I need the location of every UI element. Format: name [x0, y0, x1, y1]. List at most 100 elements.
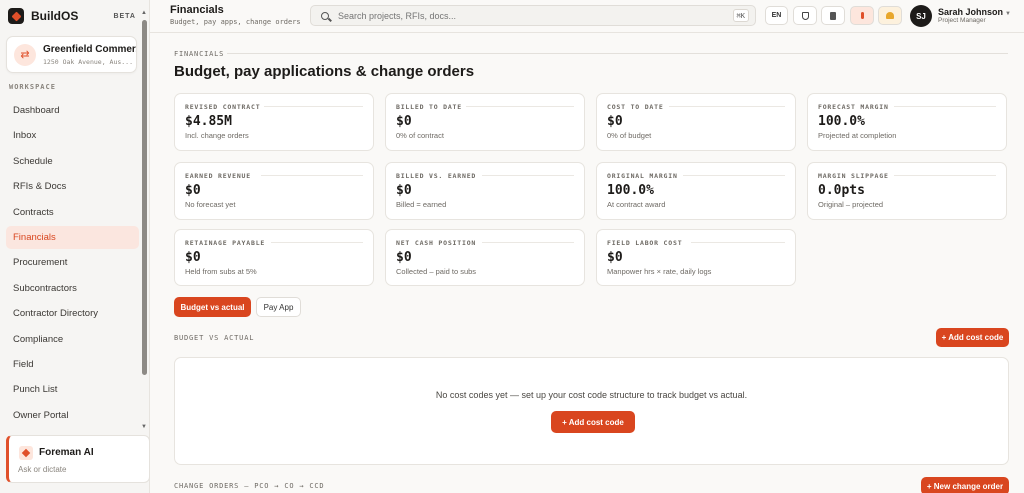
- add-cost-code-button[interactable]: + Add cost code: [936, 328, 1009, 347]
- kpi-subtext: At contract award: [607, 200, 666, 209]
- project-name: Greenfield Commer...: [43, 43, 136, 55]
- kpi-label: REVISED CONTRACT: [185, 103, 261, 111]
- sidebar-item-dashboard[interactable]: Dashboard: [6, 99, 139, 122]
- kpi-subtext: Collected – paid to subs: [396, 267, 477, 276]
- kpi-card-billed-vs-earned: BILLED VS. EARNED $0 Billed = earned: [385, 162, 585, 220]
- kpi-subtext: Billed = earned: [396, 200, 447, 209]
- sidebar-item-contracts[interactable]: Contracts: [6, 201, 139, 224]
- empty-add-cost-code-button[interactable]: + Add cost code: [551, 411, 635, 433]
- project-switcher[interactable]: ⇄ Greenfield Commer... 1250 Oak Avenue, …: [6, 36, 137, 73]
- sidebar-item-schedule[interactable]: Schedule: [6, 150, 139, 173]
- kpi-label: NET CASH POSITION: [396, 239, 477, 247]
- user-name[interactable]: Sarah Johnson: [938, 7, 1003, 17]
- switch-icon: ⇄: [14, 43, 36, 66]
- search-icon: [321, 11, 329, 20]
- scroll-thumb[interactable]: [142, 20, 147, 375]
- kpi-card-earned-revenue: EARNED REVENUE $0 No forecast yet: [174, 162, 374, 220]
- change-orders-label: CHANGE ORDERS — PCO → CO → CCD: [174, 482, 325, 490]
- budget-vs-actual-label: BUDGET VS ACTUAL: [174, 334, 255, 342]
- kpi-value: 0.0pts: [818, 183, 865, 198]
- foreman-ai-icon: [19, 446, 33, 460]
- avatar[interactable]: SJ: [910, 5, 932, 27]
- chevron-down-icon[interactable]: ▼: [1005, 11, 1011, 17]
- user-role: Project Manager: [938, 17, 986, 24]
- kpi-value: $0: [396, 183, 412, 198]
- beta-badge: BETA: [113, 12, 136, 20]
- kpi-value: $0: [185, 250, 201, 265]
- buildos-logo-icon: [8, 8, 24, 24]
- divider: [669, 106, 785, 107]
- shield-button[interactable]: [793, 6, 817, 25]
- kpi-value: $0: [396, 250, 412, 265]
- sidebar: BuildOS BETA ⇄ Greenfield Commer... 1250…: [0, 0, 150, 493]
- divider: [482, 242, 574, 243]
- sidebar-item-financials[interactable]: Financials: [6, 225, 139, 249]
- kpi-value: $0: [185, 183, 201, 198]
- project-address: 1250 Oak Avenue, Aus...: [43, 57, 134, 66]
- alert-button[interactable]: [850, 6, 874, 25]
- divider: [683, 175, 785, 176]
- sidebar-item-contractor-directory[interactable]: Contractor Directory: [6, 302, 139, 325]
- kpi-label: BILLED TO DATE: [396, 103, 462, 111]
- divider: [261, 175, 363, 176]
- page-title: Financials: [170, 4, 224, 16]
- main-content: FINANCIALS Budget, pay applications & ch…: [150, 33, 1024, 493]
- language-button[interactable]: EN: [765, 6, 788, 25]
- page-heading: Budget, pay applications & change orders: [174, 63, 475, 80]
- sidebar-item-owner-portal[interactable]: Owner Portal: [6, 404, 139, 427]
- kpi-label: EARNED REVENUE: [185, 172, 251, 180]
- brand[interactable]: BuildOS BETA: [8, 7, 136, 25]
- kpi-card-net-cash-position: NET CASH POSITION $0 Collected – paid to…: [385, 229, 585, 286]
- sidebar-item-rfis-docs[interactable]: RFIs & Docs: [6, 175, 139, 198]
- sidebar-item-punch-list[interactable]: Punch List: [6, 378, 139, 401]
- kpi-label: ORIGINAL MARGIN: [607, 172, 678, 180]
- kpi-card-revised-contract: REVISED CONTRACT $4.85M Incl. change ord…: [174, 93, 374, 151]
- kpi-card-forecast-margin: FORECAST MARGIN 100.0% Projected at comp…: [807, 93, 1007, 151]
- tab-pay-app[interactable]: Pay App: [256, 297, 301, 317]
- kpi-subtext: Original – projected: [818, 200, 884, 209]
- divider: [894, 175, 996, 176]
- sidebar-nav: Dashboard Inbox Schedule RFIs & Docs Con…: [6, 99, 139, 429]
- kpi-card-cost-to-date: COST TO DATE $0 0% of budget: [596, 93, 796, 151]
- kpi-card-margin-slippage: MARGIN SLIPPAGE 0.0pts Original – projec…: [807, 162, 1007, 220]
- foreman-ai-title: Foreman AI: [39, 447, 94, 458]
- empty-state-text: No cost codes yet — set up your cost cod…: [435, 390, 748, 400]
- sidebar-item-inbox[interactable]: Inbox: [6, 124, 139, 147]
- kpi-label: FIELD LABOR COST: [607, 239, 683, 247]
- kpi-label: COST TO DATE: [607, 103, 664, 111]
- sidebar-scrollbar[interactable]: ▲ ▼: [141, 10, 147, 434]
- scroll-down-arrow-icon[interactable]: ▼: [141, 424, 147, 430]
- kpi-value: $4.85M: [185, 114, 232, 129]
- document-button[interactable]: [821, 6, 845, 25]
- kpi-card-retainage-payable: RETAINAGE PAYABLE $0 Held from subs at 5…: [174, 229, 374, 286]
- budget-empty-state: No cost codes yet — set up your cost cod…: [174, 357, 1009, 465]
- kpi-value: $0: [396, 114, 412, 129]
- divider: [264, 106, 363, 107]
- foreman-ai-input[interactable]: Ask or dictate: [18, 465, 66, 474]
- divider: [271, 242, 363, 243]
- kpi-subtext: Manpower hrs × rate, daily logs: [607, 267, 712, 276]
- workspace-label: WORKSPACE: [9, 83, 56, 91]
- new-change-order-button[interactable]: + New change order: [921, 477, 1009, 493]
- sidebar-item-procurement[interactable]: Procurement: [6, 251, 139, 274]
- page-subtitle: Budget, pay apps, change orders: [170, 18, 301, 26]
- kpi-card-billed-to-date: BILLED TO DATE $0 0% of contract: [385, 93, 585, 151]
- divider: [227, 53, 1008, 54]
- sidebar-item-subcontractors[interactable]: Subcontractors: [6, 277, 139, 300]
- kpi-subtext: Incl. change orders: [185, 131, 249, 140]
- tab-budget-vs-actual[interactable]: Budget vs actual: [174, 297, 251, 317]
- kpi-value: 100.0%: [818, 114, 865, 129]
- kpi-label: BILLED VS. EARNED: [396, 172, 477, 180]
- search-input[interactable]: [338, 10, 718, 21]
- divider: [482, 175, 574, 176]
- kpi-value: $0: [607, 114, 623, 129]
- notifications-button[interactable]: [878, 6, 902, 25]
- sidebar-item-field[interactable]: Field: [6, 353, 139, 376]
- app-name: BuildOS: [31, 9, 79, 23]
- foreman-ai-panel[interactable]: Foreman AI Ask or dictate: [6, 435, 150, 483]
- divider: [691, 242, 785, 243]
- search-bar[interactable]: ⌘K: [310, 5, 756, 26]
- scroll-up-arrow-icon[interactable]: ▲: [141, 10, 147, 16]
- sidebar-item-compliance[interactable]: Compliance: [6, 328, 139, 351]
- document-icon: [830, 11, 836, 20]
